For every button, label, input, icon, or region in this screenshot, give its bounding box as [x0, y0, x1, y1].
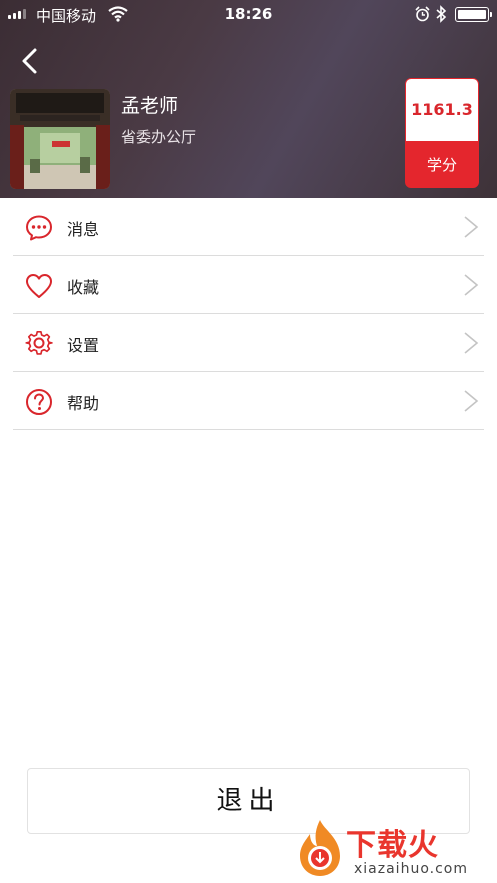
menu-item-label: 设置 [67, 336, 100, 355]
watermark-flame-icon [300, 820, 340, 876]
menu-list: 消息 收藏 设置 帮助 [0, 198, 497, 430]
watermark-title: 下载火 [346, 828, 439, 863]
gear-icon [25, 331, 53, 355]
heart-icon [26, 274, 52, 298]
chevron-right-icon [464, 390, 479, 412]
credit-label: 学分 [426, 156, 457, 174]
chevron-right-icon [464, 332, 479, 354]
battery-icon [455, 7, 492, 22]
back-arrow-icon[interactable] [16, 46, 44, 76]
alarm-icon [415, 6, 430, 22]
message-icon [26, 215, 52, 241]
status-bar: 中国移动 18:26 [0, 0, 497, 30]
menu-item-favorites[interactable]: 收藏 [13, 256, 484, 314]
profile-header: 中国移动 18:26 孟老师 省委办公厅 1161.3 学分 [0, 0, 497, 198]
watermark-domain: xiazaihuo.com [354, 861, 468, 877]
menu-item-help[interactable]: 帮助 [13, 372, 484, 430]
menu-item-label: 收藏 [67, 278, 100, 297]
credit-card[interactable]: 1161.3 学分 [405, 78, 479, 188]
chevron-right-icon [464, 274, 479, 296]
avatar-photo [10, 89, 110, 189]
menu-item-label: 消息 [67, 220, 100, 239]
user-name: 孟老师 [121, 95, 179, 117]
avatar [10, 89, 110, 189]
help-icon [26, 389, 52, 415]
menu-item-settings[interactable]: 设置 [13, 314, 484, 372]
watermark: 下载火 xiazaihuo.com [290, 818, 495, 883]
menu-item-label: 帮助 [67, 394, 100, 413]
bluetooth-icon [436, 5, 447, 23]
credit-value: 1161.3 [406, 79, 478, 141]
user-organization: 省委办公厅 [121, 128, 197, 146]
chevron-right-icon [464, 216, 479, 238]
menu-item-messages[interactable]: 消息 [13, 198, 484, 256]
